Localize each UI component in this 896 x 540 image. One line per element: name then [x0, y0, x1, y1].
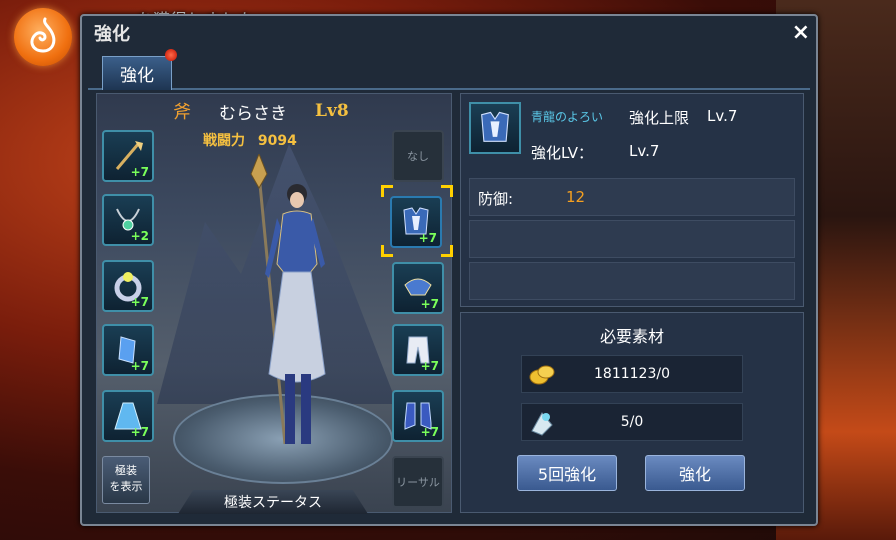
max-level-value: Lv.7 — [707, 107, 738, 125]
slot-empty-top-label: なし — [407, 150, 429, 163]
stat-row — [469, 220, 795, 258]
selection-corner-br — [441, 245, 453, 257]
enhance-button[interactable]: 強化 — [645, 455, 745, 491]
slot-empty-bottom[interactable]: リーサル — [392, 456, 444, 508]
show-button-line2: を表示 — [109, 480, 143, 493]
slot-ring-plus: +7 — [130, 295, 149, 309]
show-button-line1: 極装 — [115, 464, 137, 477]
slot-necklace-plus: +2 — [130, 229, 149, 243]
stat-value: 12 — [566, 188, 586, 206]
slot-empty-top[interactable]: なし — [392, 130, 444, 182]
spiral-flame-icon — [30, 17, 56, 53]
slot-chest-armor-plus: +7 — [418, 231, 437, 245]
selection-corner-bl — [381, 245, 393, 257]
armor-icon — [481, 111, 509, 142]
selection-corner-tr — [441, 185, 453, 197]
materials-title: 必要素材 — [599, 327, 664, 346]
slot-empty-bottom-label: リーサル — [396, 476, 440, 489]
slot-shoulder-plus: +7 — [420, 297, 439, 311]
slot-shoulder[interactable]: +7 — [392, 262, 444, 314]
enhance-level-label: 強化LV： — [531, 144, 593, 162]
item-info-panel: 青龍のよろい 強化上限 Lv.7 強化LV： Lv.7 防御: 12 — [460, 93, 804, 307]
materials-panel: 必要素材 1811123/0 5/0 5回強化 強化 — [460, 312, 804, 513]
combat-power-value: 9094 — [257, 133, 297, 149]
app-logo[interactable] — [14, 8, 72, 66]
combat-power-label: 戦闘力 — [203, 133, 245, 149]
slot-pants-plus: +7 — [420, 359, 439, 373]
character-header: 斧 むらさき Lv8 — [173, 98, 349, 124]
slot-bracer[interactable]: +7 — [102, 324, 154, 376]
slot-chest-armor[interactable]: +7 — [390, 196, 442, 248]
slot-cape[interactable]: +7 — [102, 390, 154, 442]
character-level: Lv8 — [315, 101, 349, 121]
enhance-five-times-button[interactable]: 5回強化 — [517, 455, 617, 491]
extreme-status-button[interactable]: 極装ステータス — [178, 490, 368, 514]
slot-necklace[interactable]: +2 — [102, 194, 154, 246]
material-gold-value: 1811123/0 — [594, 366, 670, 382]
slot-ring[interactable]: +7 — [102, 260, 154, 312]
combat-power: 戦闘力 9094 — [203, 130, 297, 150]
stat-row — [469, 262, 795, 300]
slot-boots-plus: +7 — [420, 425, 439, 439]
slot-cape-plus: +7 — [130, 425, 149, 439]
selected-item-icon[interactable] — [469, 102, 521, 154]
slot-pants[interactable]: +7 — [392, 324, 444, 376]
selection-corner-tl — [381, 185, 393, 197]
slot-staff[interactable]: +7 — [102, 130, 154, 182]
stat-row: 防御: 12 — [469, 178, 795, 216]
material-stone-value: 5/0 — [620, 414, 644, 430]
window-title: 強化 — [94, 24, 130, 45]
stat-name: 防御: — [478, 190, 514, 208]
slot-staff-plus: +7 — [130, 165, 149, 179]
tab-bar: 強化 — [88, 49, 810, 90]
close-icon[interactable]: × — [792, 20, 810, 45]
tab-enhance[interactable]: 強化 — [102, 49, 177, 90]
slot-boots[interactable]: +7 — [392, 390, 444, 442]
slot-bracer-plus: +7 — [130, 359, 149, 373]
axe-icon: 斧 — [173, 102, 191, 123]
character-name: むらさき — [219, 103, 287, 124]
tab-enhance-label: 強化 — [120, 66, 154, 86]
character-model — [250, 154, 326, 445]
notification-badge — [165, 49, 177, 61]
show-extreme-gear-button[interactable]: 極装 を表示 — [102, 456, 150, 504]
max-level-label: 強化上限 — [629, 109, 690, 127]
item-name: 青龍のよろい — [531, 110, 604, 124]
material-row-stone: 5/0 — [521, 403, 743, 441]
material-row-gold: 1811123/0 — [521, 355, 743, 393]
enhance-level-value: Lv.7 — [629, 142, 660, 160]
